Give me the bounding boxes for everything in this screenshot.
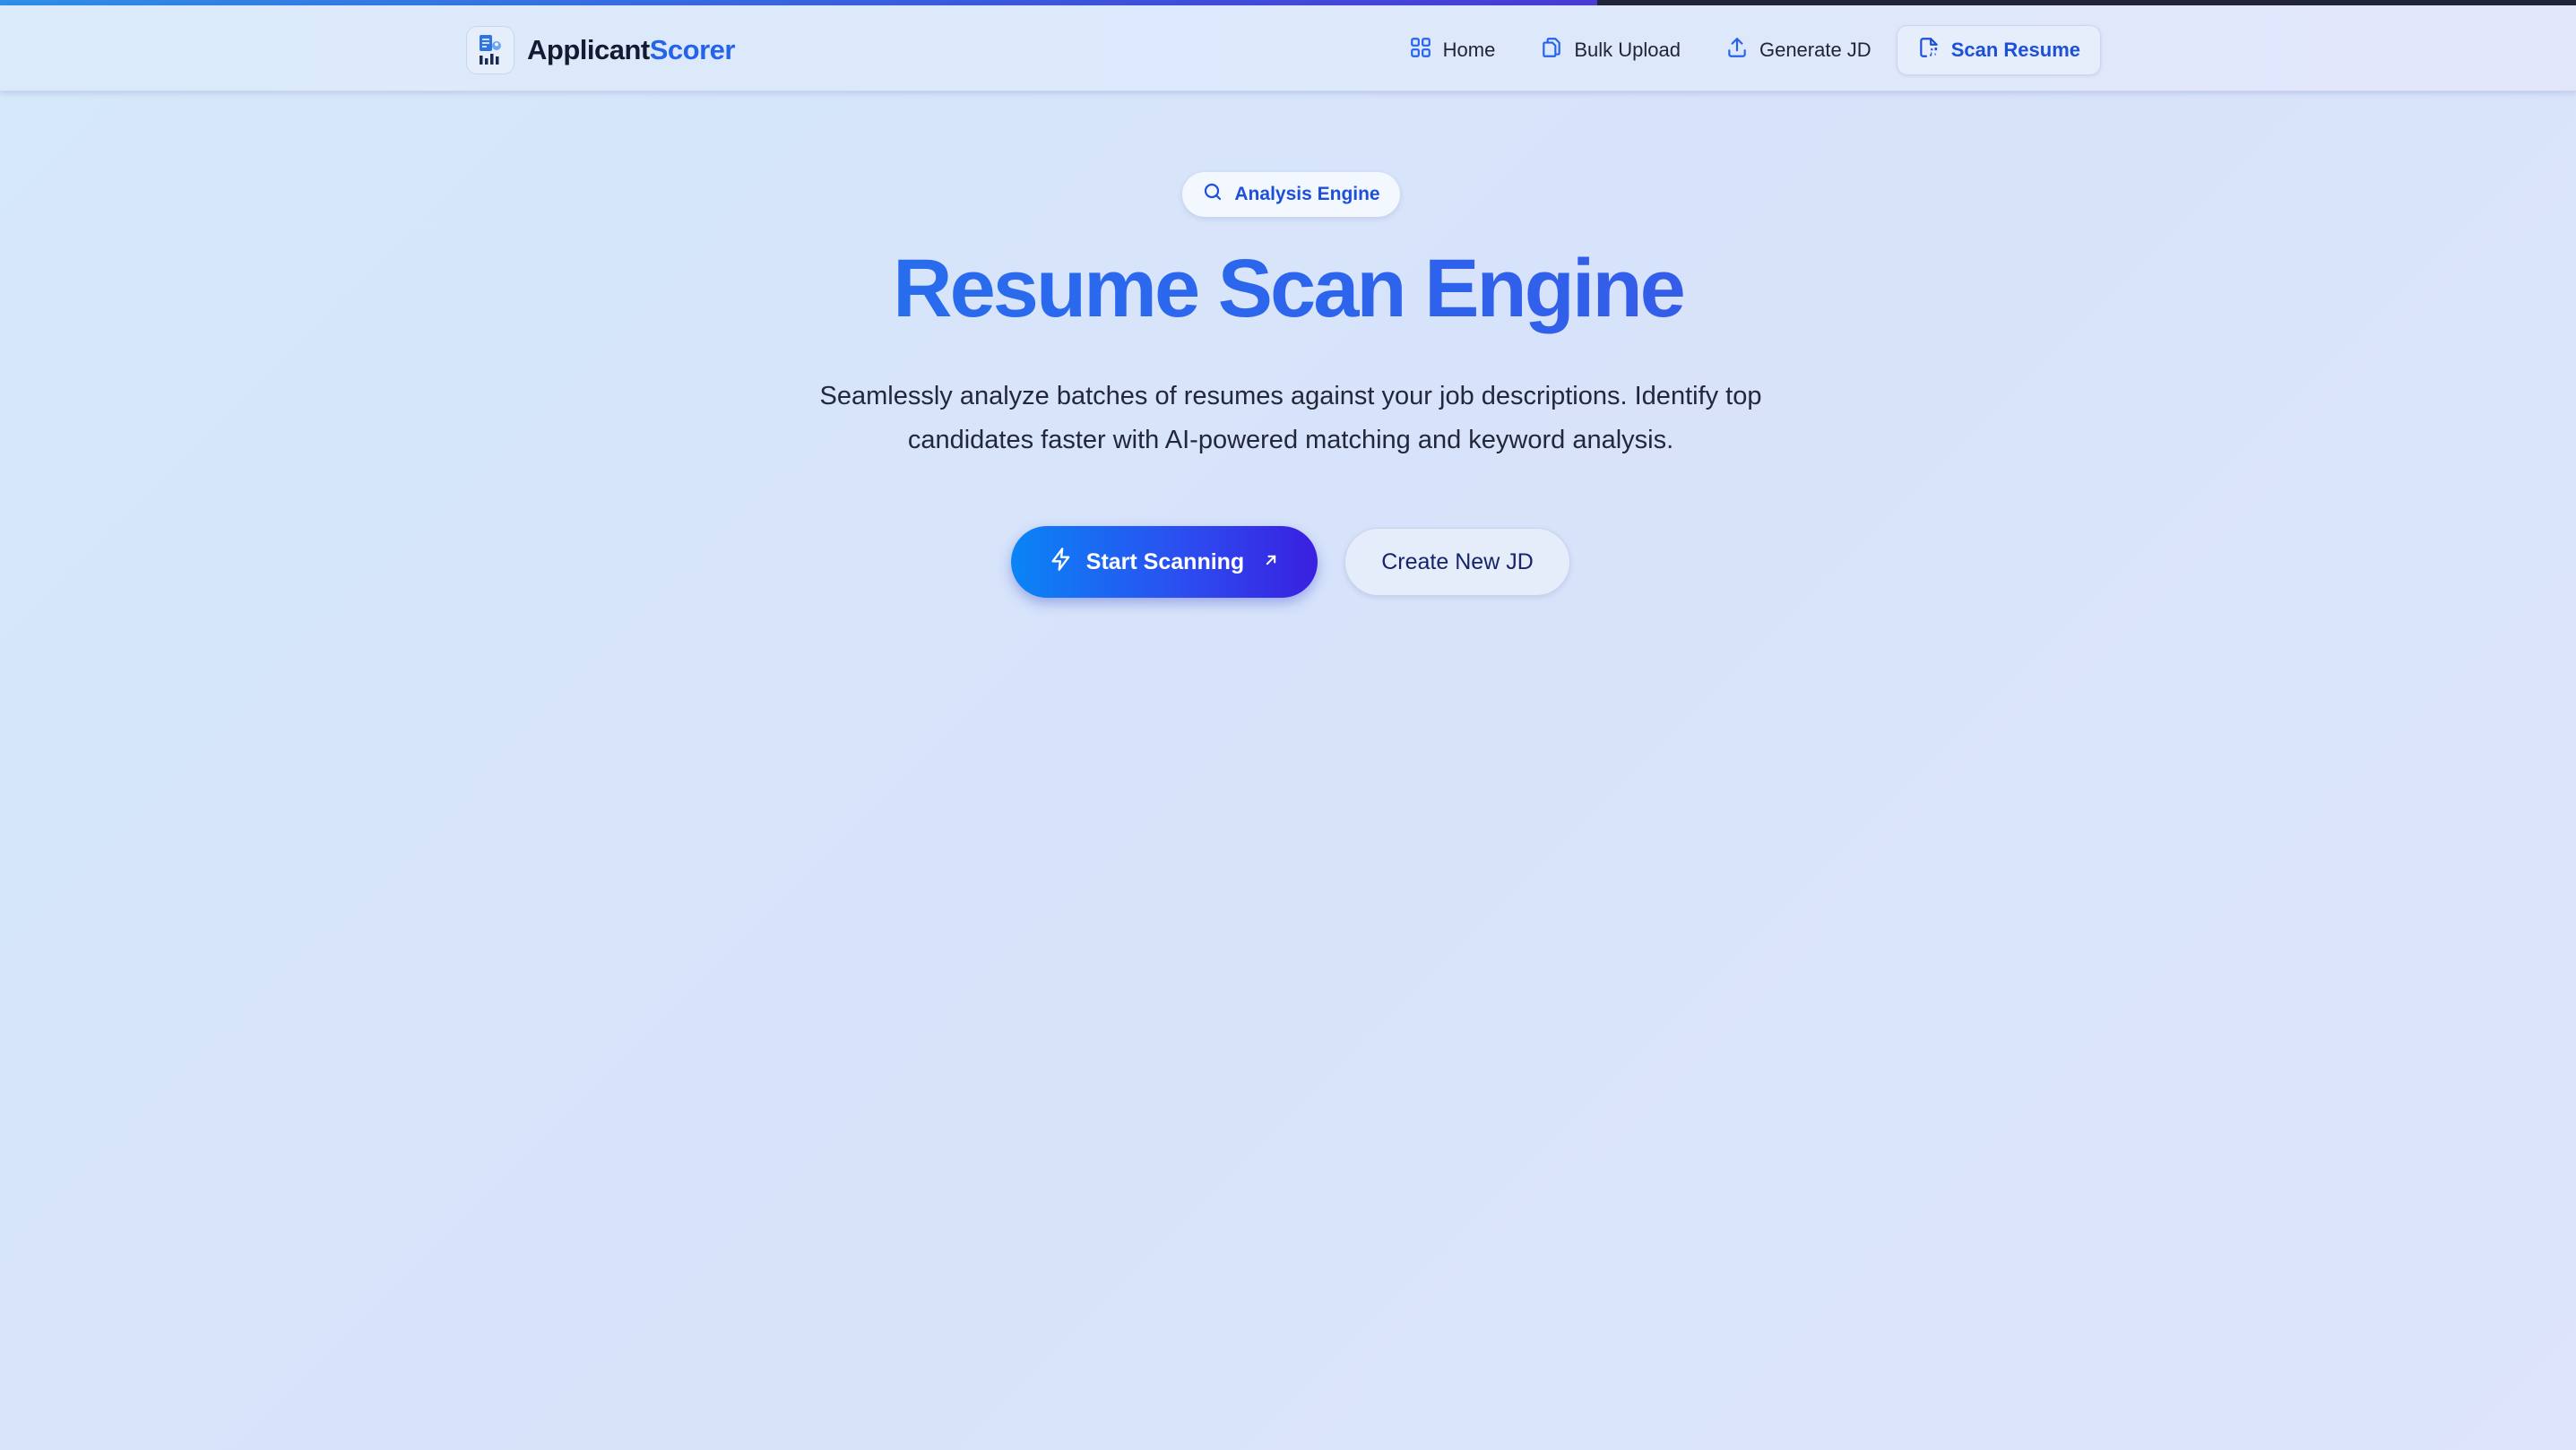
nav-item-label: Home: [1442, 39, 1496, 61]
resume-chart-icon: [466, 26, 514, 74]
search-icon: [1202, 181, 1223, 208]
grid-icon: [1409, 36, 1432, 65]
nav-item-home[interactable]: Home: [1389, 25, 1516, 75]
nav-item-scan-resume[interactable]: Scan Resume: [1896, 25, 2101, 75]
page-subtitle: Seamlessly analyze batches of resumes ag…: [819, 382, 1762, 454]
page-title: Resume Scan Engine: [0, 242, 2576, 336]
create-new-jd-button[interactable]: Create New JD: [1344, 528, 1570, 596]
analysis-engine-badge: Analysis Engine: [1182, 172, 1400, 217]
files-icon: [1540, 36, 1563, 65]
arrow-up-right-icon: [1257, 549, 1280, 575]
lightning-icon: [1049, 547, 1074, 578]
main-nav: Home Bulk Upload Generate JD Scan Resume: [1389, 25, 2101, 75]
brand-name-part1: Applicant: [527, 34, 650, 65]
nav-item-label: Generate JD: [1759, 39, 1871, 61]
site-header: ApplicantScorer Home Bulk Upload Generat…: [0, 5, 2576, 91]
nav-item-label: Scan Resume: [1950, 39, 2080, 61]
nav-item-generate-jd[interactable]: Generate JD: [1706, 25, 1891, 75]
brand-name: ApplicantScorer: [527, 34, 735, 66]
upload-icon: [1725, 36, 1749, 65]
start-scanning-button[interactable]: Start Scanning: [1011, 526, 1318, 598]
brand-link[interactable]: ApplicantScorer: [466, 26, 735, 74]
nav-item-bulk-upload[interactable]: Bulk Upload: [1520, 25, 1700, 75]
nav-item-label: Bulk Upload: [1574, 39, 1681, 61]
create-new-jd-label: Create New JD: [1381, 548, 1534, 574]
file-scan-icon: [1917, 36, 1941, 65]
brand-name-part2: Scorer: [649, 34, 736, 65]
badge-label: Analysis Engine: [1234, 184, 1380, 204]
start-scanning-label: Start Scanning: [1085, 548, 1245, 574]
